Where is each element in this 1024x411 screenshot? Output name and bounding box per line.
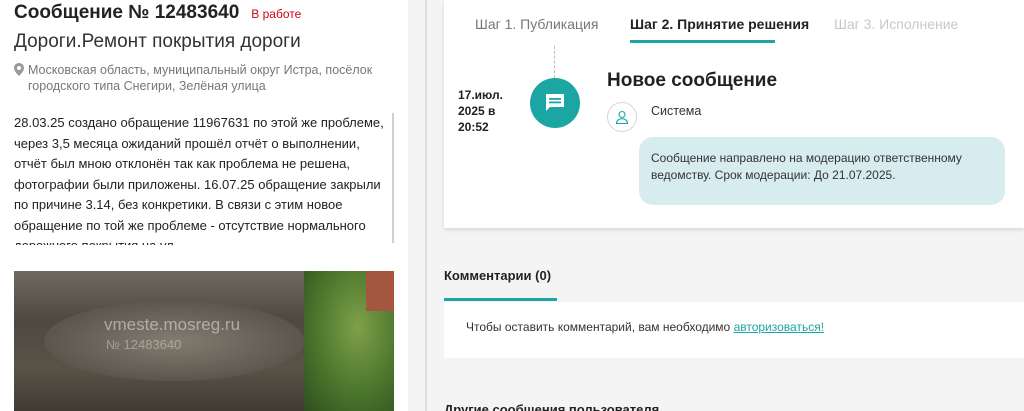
photo-watermark-id: № 12483640 <box>106 337 182 352</box>
column-divider <box>425 0 427 411</box>
photo-brick <box>366 271 394 311</box>
comments-box: Чтобы оставить комментарий, вам необходи… <box>444 302 1024 358</box>
tab-step-3[interactable]: Шаг 3. Исполнение <box>834 16 958 32</box>
chat-message-icon <box>530 78 580 128</box>
login-prompt-text: Чтобы оставить комментарий, вам необходи… <box>466 320 734 334</box>
active-step-indicator <box>630 40 775 43</box>
status-badge: В работе <box>251 7 302 21</box>
comments-tab-indicator <box>444 298 557 301</box>
event-title: Новое сообщение <box>607 70 778 91</box>
login-prompt: Чтобы оставить комментарий, вам необходи… <box>466 320 824 334</box>
step-tabs: Шаг 1. Публикация Шаг 2. Принятие решени… <box>444 0 1024 46</box>
report-category: Дороги.Ремонт покрытия дороги <box>14 31 301 52</box>
report-description: 28.03.25 создано обращение 11967631 по э… <box>14 115 384 245</box>
timeline-connector <box>554 46 555 78</box>
event-date: 17.июл. 2025 в 20:52 <box>458 88 503 134</box>
report-title: Сообщение № 12483640 <box>14 2 240 23</box>
report-photo[interactable]: vmeste.mosreg.ru № 12483640 <box>14 271 394 411</box>
report-header: Сообщение № 12483640 В работе <box>14 2 301 24</box>
progress-card: Шаг 1. Публикация Шаг 2. Принятие решени… <box>444 0 1024 228</box>
report-panel: Сообщение № 12483640 В работе Дороги.Рем… <box>0 0 408 411</box>
login-link[interactable]: авторизоваться! <box>734 320 824 334</box>
address-text: Московская область, муниципальный округ … <box>28 63 373 93</box>
report-address: Московская область, муниципальный округ … <box>14 62 399 94</box>
other-reports-title: Другие сообщения пользователя <box>444 402 660 411</box>
comments-tab-bar: Комментарии (0) <box>444 256 1024 302</box>
event-message-bubble: Сообщение направлено на модерацию ответс… <box>639 137 1005 205</box>
description-scrollbar[interactable] <box>392 113 394 243</box>
tab-comments[interactable]: Комментарии (0) <box>444 268 551 283</box>
event-author: Система <box>651 104 702 118</box>
user-icon <box>607 102 637 132</box>
photo-watermark: vmeste.mosreg.ru <box>104 315 241 334</box>
map-pin-icon <box>14 63 28 94</box>
tab-step-2[interactable]: Шаг 2. Принятие решения <box>630 16 809 32</box>
tab-step-1[interactable]: Шаг 1. Публикация <box>475 16 598 32</box>
